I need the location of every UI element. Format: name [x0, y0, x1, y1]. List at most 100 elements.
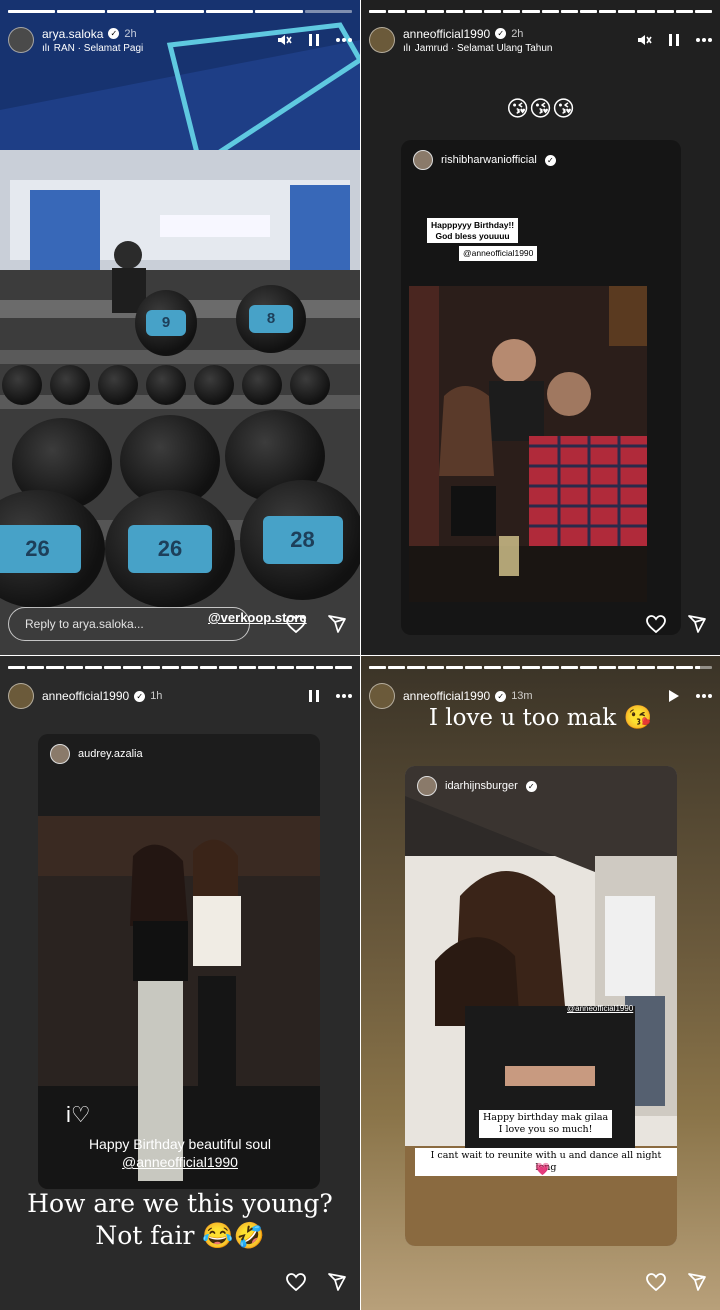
love-sticker: i♡: [66, 1102, 91, 1127]
avatar[interactable]: [8, 683, 34, 709]
more-options-icon[interactable]: [336, 694, 352, 698]
party-photo: [409, 286, 647, 602]
verified-badge-icon: ✓: [544, 154, 556, 166]
story-text: Not fair 😂🤣: [95, 1221, 265, 1250]
progress-segment: [484, 10, 502, 13]
music-bars-icon: ılı: [403, 42, 411, 54]
mute-icon[interactable]: [276, 32, 292, 48]
progress-segment: [238, 666, 256, 669]
like-heart-icon[interactable]: [286, 1273, 306, 1291]
avatar[interactable]: [8, 27, 34, 53]
progress-segment: [426, 10, 444, 13]
like-heart-icon[interactable]: [286, 615, 306, 633]
dumbbell-label: 8: [248, 305, 294, 333]
mention-sticker[interactable]: @anneofficial1990: [567, 1004, 633, 1013]
progress-segment: [84, 666, 103, 669]
post-time: 1h: [150, 690, 163, 702]
share-send-icon[interactable]: [688, 615, 706, 633]
progress-segment: [369, 10, 387, 13]
pause-icon[interactable]: [308, 689, 320, 703]
music-title: RAN · Selamat Pagi: [53, 42, 144, 54]
progress-segment: [464, 666, 483, 669]
story-progress: [8, 666, 352, 669]
repost-username[interactable]: idarhijnsburger: [445, 780, 518, 792]
repost-avatar: [417, 776, 437, 796]
progress-segment: [694, 666, 713, 669]
progress-segment: [180, 666, 199, 669]
story-arya-saloka[interactable]: 9 8 26 26 28 arya.saloka ✓ 2h ılı RAN · …: [0, 0, 360, 655]
username[interactable]: arya.saloka: [42, 27, 103, 41]
story-anneofficial1990-3[interactable]: anneofficial1990 ✓ 13m I love u too mak …: [361, 656, 720, 1310]
progress-segment: [388, 666, 406, 669]
progress-segment: [579, 666, 598, 669]
share-send-icon[interactable]: [328, 1273, 346, 1291]
progress-segment: [8, 666, 26, 669]
more-options-icon[interactable]: [696, 694, 712, 698]
friends-photo: [38, 816, 320, 1189]
story-anneofficial1990-1[interactable]: anneofficial1990 ✓ 2h ılı Jamrud · Selam…: [361, 0, 720, 655]
play-icon[interactable]: [668, 689, 680, 703]
story-anneofficial1990-2[interactable]: anneofficial1990 ✓ 1h audrey.azalia i♡ H…: [0, 656, 360, 1310]
pause-icon[interactable]: [668, 33, 680, 47]
progress-segment: [57, 10, 105, 13]
reposted-story-card[interactable]: rishibharwaniofficial ✓ Happpyyy Birthda…: [401, 140, 681, 635]
reply-input[interactable]: Reply to arya.saloka...: [8, 607, 250, 641]
story-text: How are we this young?: [27, 1189, 333, 1218]
dumbbell-28: 28: [240, 480, 360, 600]
progress-segment: [694, 10, 713, 13]
story-progress: [8, 10, 352, 13]
progress-segment: [106, 10, 155, 13]
progress-segment: [8, 10, 56, 13]
dumbbell-label: 26: [128, 525, 212, 573]
progress-segment: [599, 10, 617, 13]
username[interactable]: anneofficial1990: [403, 27, 490, 41]
emoji-sticker: 😘😘😘: [506, 96, 575, 121]
sticker-line: I love you so much!: [498, 1123, 593, 1135]
more-options-icon[interactable]: [696, 38, 712, 42]
post-time: 2h: [124, 27, 137, 40]
mention-sticker[interactable]: @anneofficial1990: [459, 246, 538, 261]
sticker-line: Happpyyy Birthday!!: [431, 220, 515, 230]
story-header: arya.saloka ✓ 2h ılı RAN · Selamat Pagi: [8, 22, 352, 58]
story-header: anneofficial1990 ✓ 1h: [8, 678, 352, 714]
progress-segment: [277, 666, 295, 669]
music-info[interactable]: ılı Jamrud · Selamat Ulang Tahun: [403, 43, 636, 54]
progress-segment: [656, 666, 674, 669]
username[interactable]: anneofficial1990: [42, 689, 129, 703]
post-time: 13m: [511, 690, 533, 702]
repost-header: audrey.azalia: [50, 744, 143, 764]
story-header: anneofficial1990 ✓ 2h ılı Jamrud · Selam…: [369, 22, 712, 58]
dumbbell-9: 9: [135, 290, 197, 356]
birthday-sticker: Happpyyy Birthday!! God bless youuuu: [427, 218, 519, 244]
reposted-story-card[interactable]: idarhijnsburger ✓ @anneofficial1990 Happ…: [405, 766, 677, 1246]
sticker-line: Happy birthday mak gilaa: [483, 1112, 609, 1123]
story-footer: [8, 1264, 346, 1300]
progress-segment: [522, 666, 540, 669]
share-send-icon[interactable]: [328, 615, 346, 633]
verified-badge-icon: ✓: [108, 28, 120, 39]
progress-segment: [161, 666, 179, 669]
avatar[interactable]: [369, 27, 395, 53]
progress-segment: [257, 666, 276, 669]
repost-username[interactable]: rishibharwaniofficial: [441, 154, 537, 166]
dumbbell: [290, 365, 330, 405]
mention-link[interactable]: @anneofficial1990: [0, 1154, 360, 1170]
progress-segment: [27, 666, 45, 669]
progress-segment: [123, 666, 141, 669]
more-options-icon[interactable]: [336, 38, 352, 42]
repost-username[interactable]: audrey.azalia: [78, 748, 143, 760]
progress-segment: [445, 10, 463, 13]
story-footer: [369, 1264, 706, 1300]
repost-header: rishibharwaniofficial ✓: [413, 150, 556, 170]
like-heart-icon[interactable]: [646, 615, 666, 633]
username[interactable]: anneofficial1990: [403, 689, 490, 703]
progress-segment: [637, 10, 655, 13]
mute-icon[interactable]: [636, 32, 652, 48]
music-info[interactable]: ılı RAN · Selamat Pagi: [42, 43, 276, 54]
story-progress: [369, 10, 713, 13]
story-footer: Reply to arya.saloka...: [8, 606, 346, 642]
pause-icon[interactable]: [308, 33, 320, 47]
share-send-icon[interactable]: [688, 1273, 706, 1291]
like-heart-icon[interactable]: [646, 1273, 666, 1291]
dumbbell: [242, 365, 282, 405]
